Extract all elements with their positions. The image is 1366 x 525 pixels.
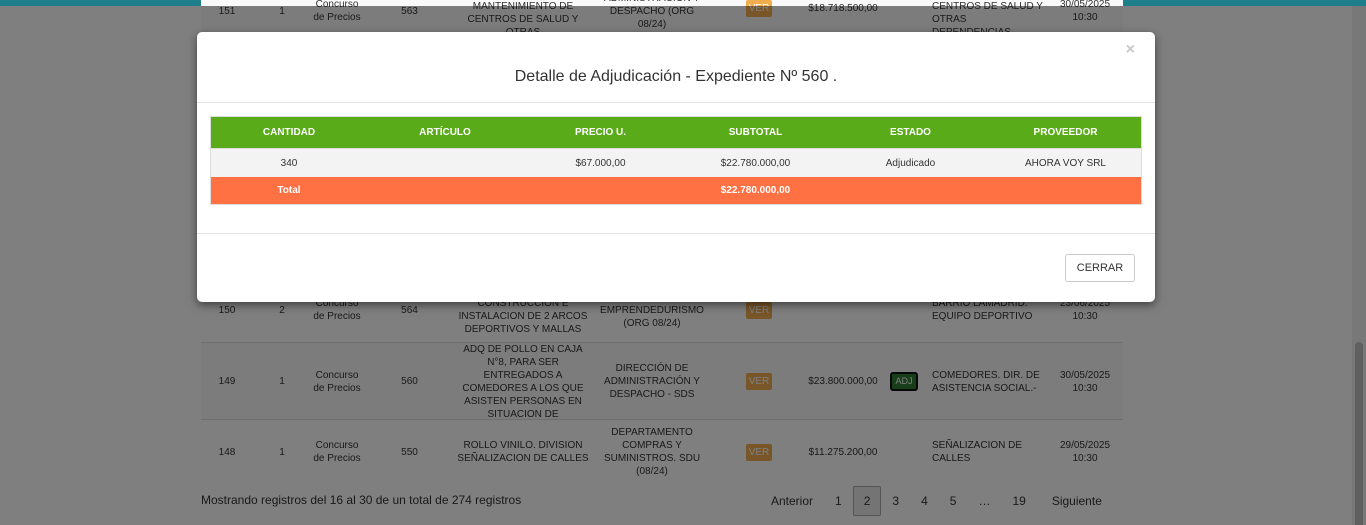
cell-estado: Adjudicado [885,157,936,169]
table-row: 340 $67.000,00 $22.780.000,00 Adjudicado… [211,148,1141,177]
modal-title: Detalle de Adjudicación - Expediente Nº … [514,68,838,85]
header-subtotal: SUBTOTAL [728,127,783,138]
adjudicacion-modal: × Detalle de Adjudicación - Expediente N… [197,32,1155,302]
detalle-table: CANTIDAD ARTÍCULO PRECIO U. SUBTOTAL EST… [210,116,1142,205]
header-precio: PRECIO U. [574,127,627,138]
header-proveedor: PROVEEDOR [1033,127,1098,138]
modal-header-divider [197,102,1155,103]
cell-cantidad: 340 [280,157,298,169]
header-estado: ESTADO [890,127,931,138]
cerrar-button[interactable]: CERRAR [1065,254,1135,282]
cell-proveedor: AHORA VOY SRL [1025,157,1106,169]
total-label: Total [277,185,301,196]
cell-subtotal: $22.780.000,00 [720,157,791,169]
modal-footer-divider [197,233,1155,234]
cell-precio: $67.000,00 [575,157,626,169]
header-cantidad: CANTIDAD [262,127,316,138]
close-icon[interactable]: × [1126,41,1135,59]
total-value: $22.780.000,00 [720,185,791,196]
cell-articulo [367,149,523,177]
header-articulo: ARTÍCULO [419,127,471,138]
detalle-table-header: CANTIDAD ARTÍCULO PRECIO U. SUBTOTAL EST… [211,117,1141,148]
total-row: Total $22.780.000,00 [211,177,1141,204]
